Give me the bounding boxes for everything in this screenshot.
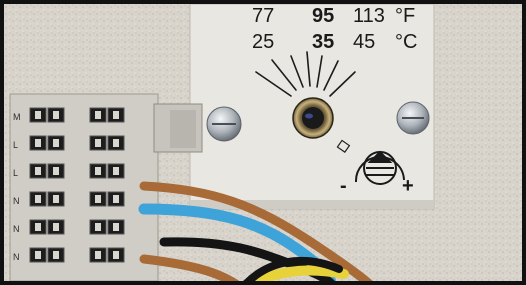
terminal-screw-head bbox=[53, 195, 59, 203]
scale-f-mid: 95 bbox=[312, 5, 334, 27]
terminal-screw-head bbox=[53, 139, 59, 147]
scale-c-mid: 35 bbox=[312, 31, 334, 53]
plus-sign: + bbox=[402, 175, 414, 197]
photo-drawing: 77 95 113 °F 25 35 45 °C - + M L L N N N bbox=[4, 4, 522, 281]
terminal-screw-head bbox=[35, 251, 41, 259]
terminal-screw-head bbox=[53, 167, 59, 175]
terminal-screw-head bbox=[95, 195, 101, 203]
terminal-screw-head bbox=[95, 139, 101, 147]
terminal-screw-head bbox=[53, 251, 59, 259]
terminal-label: N bbox=[13, 252, 20, 262]
terminal-screw-head bbox=[113, 251, 119, 259]
terminal-screw-head bbox=[53, 223, 59, 231]
terminal-screw-head bbox=[35, 195, 41, 203]
right-screw bbox=[396, 101, 430, 135]
left-screw bbox=[206, 106, 242, 142]
terminal-label: N bbox=[13, 224, 20, 234]
terminal-screw-head bbox=[35, 223, 41, 231]
terminal-screw-head bbox=[35, 111, 41, 119]
terminal-screw-head bbox=[35, 139, 41, 147]
minus-sign: - bbox=[340, 175, 347, 197]
terminal-screw-head bbox=[35, 167, 41, 175]
temperature-knob bbox=[292, 97, 334, 139]
scale-c-unit: °C bbox=[395, 31, 417, 53]
terminal-screw-head bbox=[113, 111, 119, 119]
terminal-screw-head bbox=[113, 167, 119, 175]
terminal-label: L bbox=[13, 168, 18, 178]
scale-c-low: 25 bbox=[252, 31, 274, 53]
scale-f-low: 77 bbox=[252, 5, 274, 27]
scale-f-unit: °F bbox=[395, 5, 415, 27]
terminal-label: N bbox=[13, 196, 20, 206]
terminal-screw-head bbox=[95, 223, 101, 231]
terminal-screw-head bbox=[113, 195, 119, 203]
terminal-screw-head bbox=[113, 139, 119, 147]
terminal-label: M bbox=[13, 112, 21, 122]
scale-f-high: 113 bbox=[353, 5, 385, 27]
thermostat-photo: 77 95 113 °F 25 35 45 °C - + M L L N N N bbox=[0, 0, 526, 285]
terminal-screw-head bbox=[95, 167, 101, 175]
terminal-screw-head bbox=[113, 223, 119, 231]
terminal-screw-head bbox=[95, 111, 101, 119]
terminal-screw-head bbox=[95, 251, 101, 259]
terminal-screw-head bbox=[53, 111, 59, 119]
scale-c-high: 45 bbox=[353, 31, 375, 53]
terminal-label: L bbox=[13, 140, 18, 150]
